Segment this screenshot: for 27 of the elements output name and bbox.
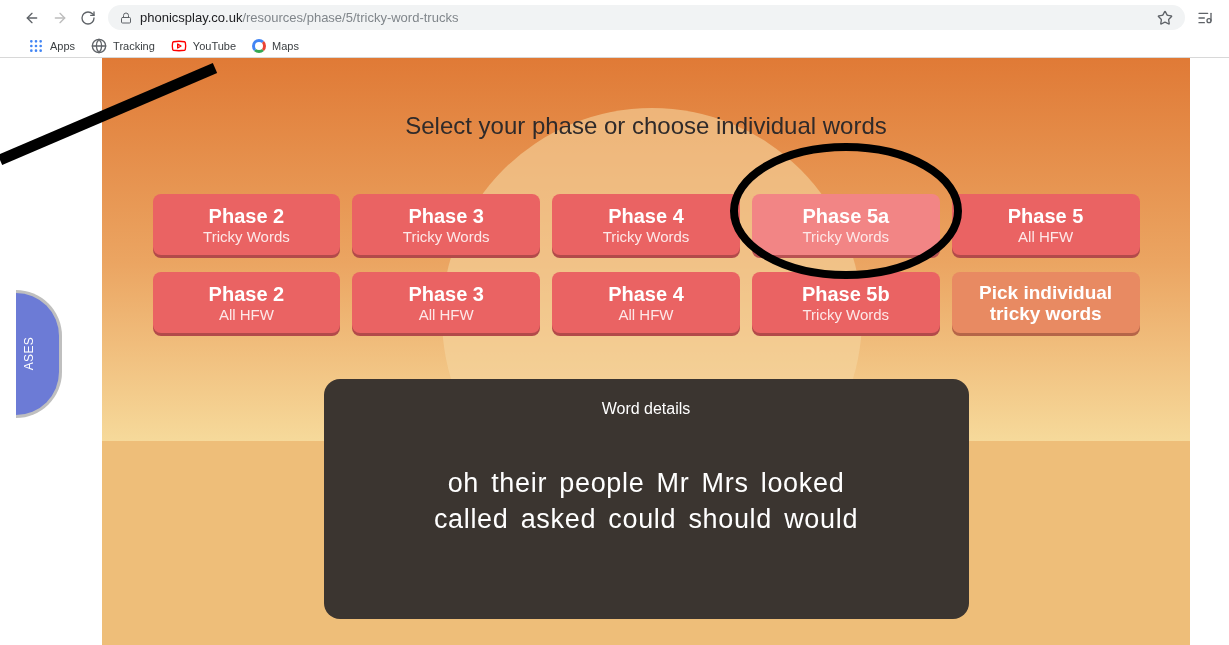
phase-button[interactable]: Phase 2 All HFW [152, 272, 341, 333]
pick-words-button[interactable]: Pick individual tricky words [951, 272, 1140, 333]
bookmark-link[interactable]: Tracking [113, 37, 155, 55]
url-text: phonicsplay.co.uk/resources/phase/5/tricky-word-trucks [140, 8, 460, 27]
bookmark-star-icon[interactable] [1157, 9, 1173, 26]
globe-icon [91, 38, 108, 54]
tricky-words-line: oh their people Mr Mrs looked [447, 467, 845, 500]
phase-button[interactable]: Phase 4 All HFW [552, 272, 740, 333]
phase-button[interactable]: Phase 2 Tricky Words [152, 194, 341, 255]
tricky-words-line: called asked could should would [433, 503, 859, 536]
bookmark-link[interactable]: Apps [50, 37, 76, 55]
phase-button[interactable]: Phase 3 Tricky Words [352, 194, 541, 255]
apps-grid-icon [28, 38, 44, 54]
phase-button[interactable]: Phase 5 All HFW [951, 194, 1140, 255]
phase-button[interactable]: Phase 5b Tricky Words [751, 272, 940, 333]
bookmark-link[interactable]: Maps [272, 37, 299, 55]
phase-button[interactable]: Phase 5a Tricky Words [751, 194, 940, 255]
page-heading: Select your phase or choose individual words [405, 111, 887, 141]
card-title: Word details [601, 399, 691, 419]
phase-button[interactable]: Phase 3 All HFW [352, 272, 541, 333]
phases-side-tab[interactable]: ASES [16, 290, 62, 418]
bookmark-link[interactable]: YouTube [192, 37, 237, 55]
lock-icon [120, 11, 132, 24]
address-bar[interactable]: phonicsplay.co.uk/resources/phase/5/tricky-word-trucks [108, 5, 1185, 30]
reload-icon[interactable] [80, 9, 96, 26]
play-icon [170, 38, 187, 54]
phase-button[interactable]: Phase 4 Tricky Words [552, 194, 740, 255]
